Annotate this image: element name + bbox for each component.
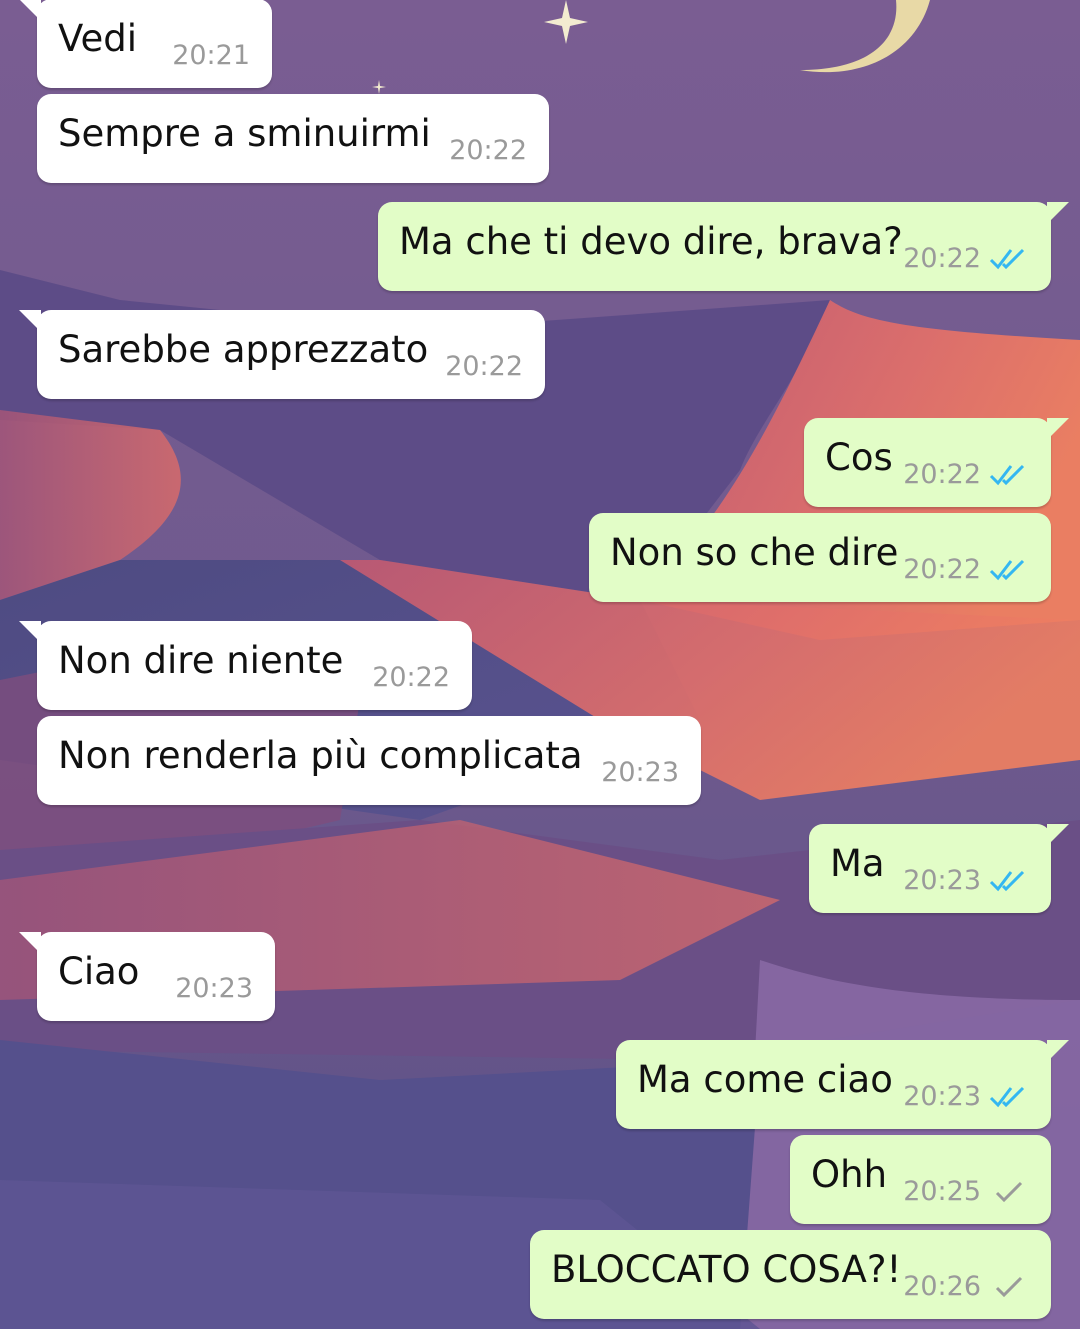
message-text: Ohh <box>811 1153 888 1196</box>
single-check-sent-icon <box>989 1274 1029 1300</box>
double-check-read-icon <box>989 868 1029 894</box>
double-check-read-icon <box>989 557 1029 583</box>
single-check-sent-icon <box>989 1179 1029 1205</box>
message-text: Ma come ciao <box>637 1058 893 1101</box>
incoming-message-bubble[interactable]: Non dire niente 20:22 <box>19 621 472 710</box>
message-time: 20:22 <box>445 351 523 382</box>
message-time: 20:23 <box>175 973 253 1004</box>
incoming-message-bubble[interactable]: Ciao 20:23 <box>19 932 275 1021</box>
outgoing-message-bubble[interactable]: BLOCCATO COSA?! 20:26 <box>530 1230 1051 1319</box>
message-text: Non dire niente <box>58 639 344 682</box>
message-text: Ciao <box>58 950 140 993</box>
message-text: Ma <box>830 842 885 885</box>
outgoing-message-bubble[interactable]: Ma che ti devo dire, brava? 20:22 <box>378 202 1069 291</box>
message-text: Ma che ti devo dire, brava? <box>399 220 903 263</box>
message-time: 20:22 <box>903 459 981 490</box>
message-text: BLOCCATO COSA?! <box>551 1248 902 1291</box>
message-time: 20:23 <box>903 1081 981 1112</box>
outgoing-message-bubble[interactable]: Ma come ciao 20:23 <box>616 1040 1069 1129</box>
message-time: 20:22 <box>903 554 981 585</box>
outgoing-message-bubble[interactable]: Cos 20:22 <box>804 418 1069 507</box>
message-text: Vedi <box>58 17 137 60</box>
message-text: Cos <box>825 436 893 479</box>
message-text: Non renderla più complicata <box>58 734 583 777</box>
message-time: 20:21 <box>172 40 250 71</box>
incoming-message-bubble[interactable]: Sempre a sminuirmi 20:22 <box>37 94 549 183</box>
message-time: 20:25 <box>903 1176 981 1207</box>
message-time: 20:22 <box>372 662 450 693</box>
message-text: Sarebbe apprezzato <box>58 328 429 371</box>
message-text: Non so che dire <box>610 531 899 574</box>
double-check-read-icon <box>989 246 1029 272</box>
message-time: 20:22 <box>449 135 527 166</box>
message-time: 20:22 <box>903 243 981 274</box>
outgoing-message-bubble[interactable]: Non so che dire 20:22 <box>589 513 1051 602</box>
message-text: Sempre a sminuirmi <box>58 112 431 155</box>
message-time: 20:23 <box>601 757 679 788</box>
message-time: 20:23 <box>903 865 981 896</box>
incoming-message-bubble[interactable]: Non renderla più complicata 20:23 <box>37 716 701 805</box>
message-time: 20:26 <box>903 1271 981 1302</box>
outgoing-message-bubble[interactable]: Ohh 20:25 <box>790 1135 1051 1224</box>
incoming-message-bubble[interactable]: Vedi 20:21 <box>19 0 272 88</box>
double-check-read-icon <box>989 462 1029 488</box>
double-check-read-icon <box>989 1084 1029 1110</box>
outgoing-message-bubble[interactable]: Ma 20:23 <box>809 824 1069 913</box>
incoming-message-bubble[interactable]: Sarebbe apprezzato 20:22 <box>19 310 545 399</box>
